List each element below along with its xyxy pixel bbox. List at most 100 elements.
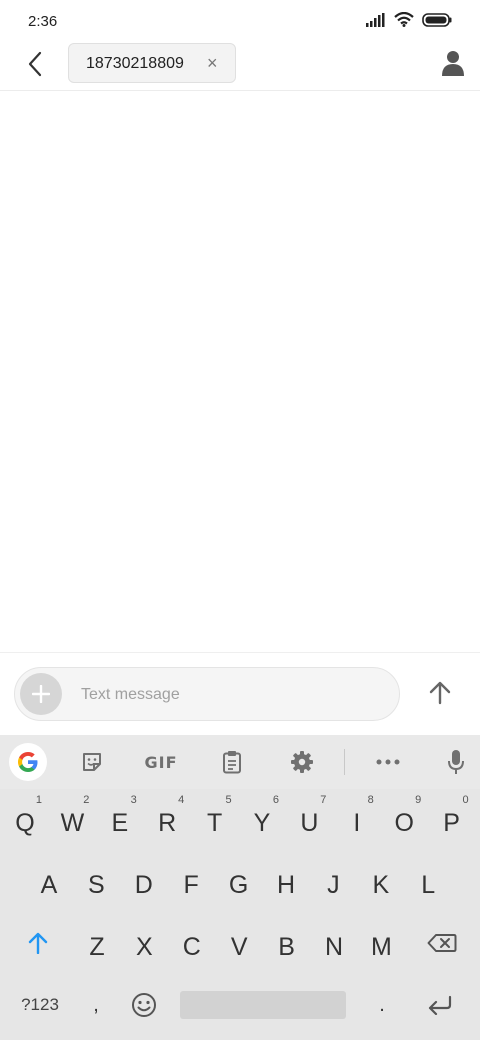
enter-key[interactable] [418, 977, 462, 1033]
key-label: K [372, 870, 390, 899]
header-divider [0, 90, 480, 91]
gif-button[interactable]: GIF [138, 735, 184, 789]
key-label: G [228, 870, 249, 899]
key-hint: 0 [462, 794, 469, 806]
key-label: L [421, 870, 436, 899]
key-j[interactable]: J [311, 857, 355, 913]
key-n[interactable]: N [312, 919, 356, 975]
key-y[interactable]: Y6 [240, 794, 284, 851]
key-o[interactable]: O9 [382, 794, 426, 851]
add-attachment-button[interactable] [20, 673, 62, 715]
key-v[interactable]: V [217, 919, 261, 975]
key-label: J [327, 870, 340, 899]
key-q[interactable]: Q1 [3, 794, 47, 851]
shift-arrow-icon [28, 932, 48, 954]
more-horizontal-icon [376, 759, 400, 765]
key-f[interactable]: F [169, 857, 213, 913]
key-label: X [136, 932, 153, 961]
emoji-key[interactable] [122, 977, 166, 1033]
key-hint: 4 [178, 794, 185, 806]
key-hint: 5 [225, 794, 232, 806]
microphone-icon [448, 750, 464, 774]
key-label: D [134, 870, 153, 899]
send-button[interactable] [424, 677, 456, 709]
key-label: R [158, 808, 177, 837]
toolbar-separator [344, 749, 345, 775]
key-h[interactable]: H [264, 857, 308, 913]
key-u[interactable]: U7 [287, 794, 331, 851]
key-label: N [324, 932, 344, 961]
key-label: S [88, 870, 105, 899]
symbols-key[interactable]: ?123 [12, 977, 68, 1033]
backspace-key[interactable] [420, 915, 464, 971]
key-hint: 1 [35, 794, 42, 806]
compose-divider [0, 652, 480, 653]
key-label: T [206, 808, 223, 837]
key-label: E [111, 808, 129, 837]
key-label: M [370, 932, 392, 961]
back-button[interactable] [20, 48, 50, 80]
key-label: Q [15, 808, 35, 837]
more-button[interactable] [368, 735, 408, 789]
key-g[interactable]: G [217, 857, 261, 913]
google-search-button[interactable] [9, 743, 47, 781]
key-label: V [230, 932, 248, 961]
comma-key[interactable]: , [76, 977, 116, 1033]
key-label: C [182, 932, 201, 961]
key-c[interactable]: C [170, 919, 214, 975]
voice-input-button[interactable] [440, 735, 472, 789]
arrow-up-icon [429, 681, 451, 705]
key-a[interactable]: A [27, 857, 71, 913]
key-label: B [278, 932, 295, 961]
key-label: P [443, 808, 460, 837]
key-label: I [353, 808, 361, 837]
key-w[interactable]: W2 [50, 794, 94, 851]
key-i[interactable]: I8 [335, 794, 379, 851]
gif-label: GIF [144, 752, 178, 772]
shift-key[interactable] [16, 915, 60, 971]
recipient-chip[interactable]: 18730218809 × [68, 43, 236, 83]
period-key[interactable]: . [360, 977, 404, 1033]
settings-button[interactable] [282, 735, 322, 789]
keyboard-toolbar: GIF [0, 735, 480, 789]
enter-arrow-icon [428, 995, 452, 1015]
key-z[interactable]: Z [75, 919, 119, 975]
clipboard-button[interactable] [212, 735, 252, 789]
key-k[interactable]: K [359, 857, 403, 913]
plus-icon [32, 685, 50, 703]
compose-bar [14, 667, 400, 721]
key-r[interactable]: R4 [145, 794, 189, 851]
keyboard: G I F Q 1 W 2 E 3 R 4 T 5 Y 6 U 7 I 8 O 9 … [0, 735, 480, 1040]
smiley-icon [132, 993, 156, 1017]
key-label: H [276, 870, 296, 899]
wifi-icon [394, 12, 414, 27]
sticker-button[interactable] [72, 735, 112, 789]
key-hint: 2 [83, 794, 90, 806]
space-key[interactable] [180, 991, 346, 1019]
key-hint: 8 [367, 794, 374, 806]
status-icons [366, 12, 452, 27]
key-e[interactable]: E3 [98, 794, 142, 851]
gear-icon [291, 751, 313, 773]
key-d[interactable]: D [122, 857, 166, 913]
signal-icon [366, 12, 385, 27]
key-x[interactable]: X [122, 919, 166, 975]
key-s[interactable]: S [74, 857, 118, 913]
key-hint: 7 [320, 794, 327, 806]
google-icon [18, 752, 38, 772]
key-label: U [300, 808, 319, 837]
recipient-number: 18730218809 [86, 55, 184, 72]
contact-button[interactable] [440, 50, 466, 76]
message-input[interactable] [81, 684, 381, 706]
key-l[interactable]: L [406, 857, 450, 913]
key-b[interactable]: B [265, 919, 309, 975]
key-p[interactable]: P0 [430, 794, 474, 851]
sticker-icon [83, 753, 101, 771]
key-hint: 3 [130, 794, 137, 806]
key-m[interactable]: M [359, 919, 403, 975]
key-label: F [183, 870, 199, 899]
key-t[interactable]: T5 [193, 794, 237, 851]
key-label: A [40, 870, 58, 899]
key-hint: 9 [415, 794, 422, 806]
remove-recipient-icon[interactable]: × [207, 54, 221, 72]
